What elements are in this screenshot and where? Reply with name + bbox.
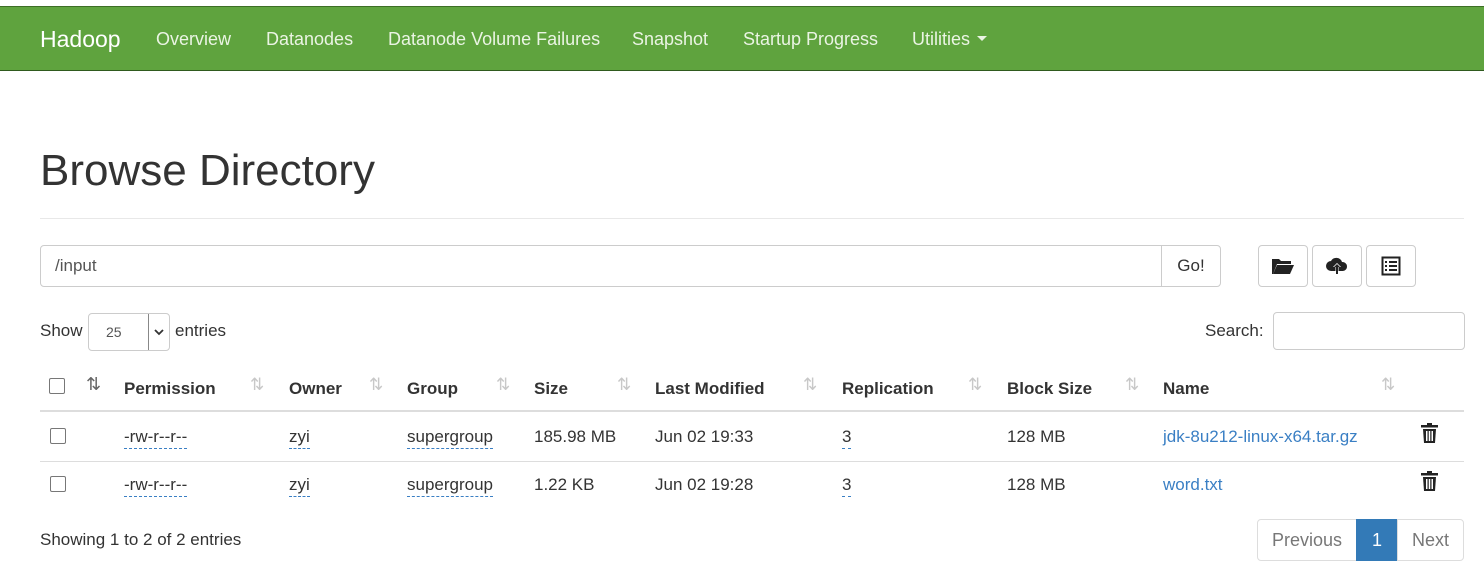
column-header-permission[interactable]: Permission xyxy=(124,379,216,399)
column-header-block-size[interactable]: Block Size xyxy=(1007,379,1092,399)
upload-files-button[interactable] xyxy=(1312,245,1362,287)
row-checkbox[interactable] xyxy=(50,476,66,492)
page-title: Browse Directory xyxy=(40,146,375,195)
row-group[interactable]: supergroup xyxy=(407,475,494,497)
show-label: Show xyxy=(40,321,83,340)
directory-path-input[interactable] xyxy=(40,245,1162,287)
nav-utilities-dropdown[interactable]: Utilities xyxy=(912,29,988,50)
navbar: Hadoop Overview Datanodes Datanode Volum… xyxy=(0,6,1484,71)
list-alt-icon xyxy=(1381,256,1401,276)
nav-overview[interactable]: Overview xyxy=(156,29,231,50)
row-permission[interactable]: -rw-r--r-- xyxy=(124,427,188,449)
row-replication[interactable]: 3 xyxy=(842,475,852,497)
trash-icon[interactable] xyxy=(1421,423,1438,443)
pagination-next[interactable]: Next xyxy=(1397,519,1464,561)
row-file-name-link[interactable]: jdk-8u212-linux-x64.tar.gz xyxy=(1163,427,1358,447)
row-divider xyxy=(40,461,1464,462)
trash-icon[interactable] xyxy=(1421,471,1438,491)
title-divider xyxy=(40,218,1464,219)
row-block-size: 128 MB xyxy=(1007,475,1066,494)
sort-icon: ⇅ xyxy=(250,375,264,394)
sort-icon: ⇅ xyxy=(968,375,982,394)
brand-link[interactable]: Hadoop xyxy=(40,26,121,53)
nav-datanode-volume-failures[interactable]: Datanode Volume Failures xyxy=(388,29,600,50)
cloud-upload-icon xyxy=(1326,257,1348,274)
row-file-name-link[interactable]: word.txt xyxy=(1163,475,1223,495)
table-info: Showing 1 to 2 of 2 entries xyxy=(40,530,242,549)
sort-icon: ⇅ xyxy=(803,375,817,394)
nav-datanodes[interactable]: Datanodes xyxy=(266,29,353,50)
nav-snapshot[interactable]: Snapshot xyxy=(632,29,708,50)
column-header-owner[interactable]: Owner xyxy=(289,379,342,399)
table-header-divider xyxy=(40,410,1464,412)
row-permission[interactable]: -rw-r--r-- xyxy=(124,475,188,497)
search-label: Search: xyxy=(1205,321,1264,340)
nav-startup-progress[interactable]: Startup Progress xyxy=(743,29,878,50)
row-block-size: 128 MB xyxy=(1007,427,1066,446)
select-all-checkbox[interactable] xyxy=(49,378,65,394)
row-replication[interactable]: 3 xyxy=(842,427,852,449)
create-directory-button[interactable] xyxy=(1258,245,1308,287)
column-header-name[interactable]: Name xyxy=(1163,379,1209,399)
pagination-previous[interactable]: Previous xyxy=(1257,519,1357,561)
row-size: 185.98 MB xyxy=(534,427,617,446)
sort-desc-icon[interactable]: ⇅ xyxy=(86,374,101,395)
nav-utilities-label: Utilities xyxy=(912,29,971,49)
column-header-group[interactable]: Group xyxy=(407,379,458,399)
row-owner[interactable]: zyi xyxy=(289,427,310,449)
page-length-value: 25 xyxy=(106,324,122,340)
entries-label: entries xyxy=(175,321,227,340)
row-group[interactable]: supergroup xyxy=(407,427,494,449)
row-last-modified: Jun 02 19:28 xyxy=(655,475,754,494)
pagination-page-1[interactable]: 1 xyxy=(1356,519,1398,561)
sort-icon: ⇅ xyxy=(496,375,510,394)
column-header-last-modified[interactable]: Last Modified xyxy=(655,379,765,399)
row-size: 1.22 KB xyxy=(534,475,595,494)
go-button[interactable]: Go! xyxy=(1161,245,1221,287)
row-checkbox[interactable] xyxy=(50,428,66,444)
chevron-down-icon xyxy=(148,314,169,350)
sort-icon: ⇅ xyxy=(1125,375,1139,394)
row-owner[interactable]: zyi xyxy=(289,475,310,497)
sort-icon: ⇅ xyxy=(617,375,631,394)
row-last-modified: Jun 02 19:33 xyxy=(655,427,754,446)
sort-icon: ⇅ xyxy=(369,375,383,394)
cut-paste-button[interactable] xyxy=(1366,245,1416,287)
column-header-size[interactable]: Size xyxy=(534,379,568,399)
folder-open-icon xyxy=(1272,259,1294,274)
caret-down-icon xyxy=(977,35,988,41)
search-input[interactable] xyxy=(1273,312,1465,350)
sort-icon: ⇅ xyxy=(1381,375,1395,394)
column-header-replication[interactable]: Replication xyxy=(842,379,934,399)
page-length-select[interactable]: 25 xyxy=(88,313,170,351)
